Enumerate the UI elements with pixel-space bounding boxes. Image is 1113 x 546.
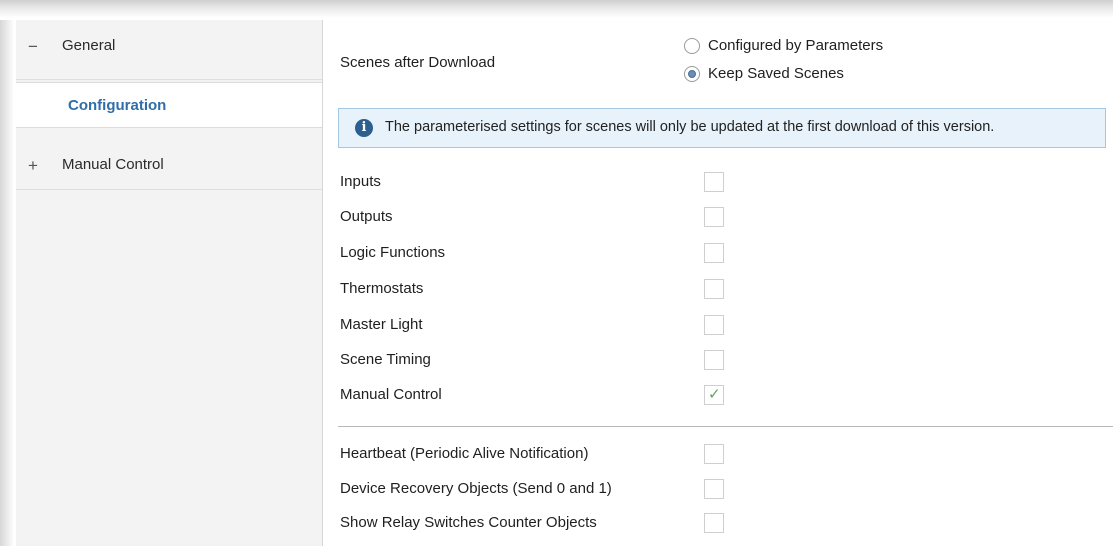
sidebar: − General Configuration + Manual Control [16, 20, 323, 546]
option-label: Master Light [340, 316, 423, 333]
sidebar-item-manual-control[interactable]: + Manual Control [16, 140, 322, 190]
option-relay-switches-counter: Show Relay Switches Counter Objects [340, 513, 1100, 536]
option-label: Logic Functions [340, 244, 446, 261]
option-label: Scene Timing [340, 351, 431, 368]
expand-icon[interactable]: + [26, 156, 40, 176]
device-recovery-checkbox[interactable] [704, 479, 724, 499]
radio-label: Configured by Parameters [708, 37, 884, 54]
option-label: Show Relay Switches Counter Objects [340, 514, 597, 531]
relay-counter-checkbox[interactable] [704, 513, 724, 533]
section-divider [338, 426, 1113, 427]
option-label: Heartbeat (Periodic Alive Notification) [340, 445, 589, 462]
sidebar-item-label: General [62, 37, 116, 54]
option-device-recovery-objects: Device Recovery Objects (Send 0 and 1) [340, 479, 1100, 502]
radio-label: Keep Saved Scenes [708, 65, 844, 82]
option-scene-timing: Scene Timing [340, 350, 1100, 373]
option-master-light: Master Light [340, 315, 1100, 338]
info-text: The parameterised settings for scenes wi… [385, 119, 995, 135]
outputs-checkbox[interactable] [704, 207, 724, 227]
thermostats-checkbox[interactable] [704, 279, 724, 299]
option-manual-control: Manual Control [340, 385, 1100, 408]
option-label: Thermostats [340, 280, 424, 297]
parameters-window: − General Configuration + Manual Control… [16, 20, 1113, 546]
option-label: Manual Control [340, 386, 442, 403]
sidebar-item-label: Manual Control [62, 156, 164, 173]
window-top-shadow [0, 0, 1113, 20]
radio-button[interactable] [684, 38, 700, 54]
option-label: Outputs [340, 208, 393, 225]
sidebar-item-label: Configuration [68, 97, 167, 114]
info-icon: i [355, 119, 373, 137]
info-banner: i The parameterised settings for scenes … [338, 108, 1106, 148]
collapse-icon[interactable]: − [26, 37, 40, 57]
scene-timing-checkbox[interactable] [704, 350, 724, 370]
option-label: Inputs [340, 173, 381, 190]
option-inputs: Inputs [340, 172, 1100, 195]
logic-functions-checkbox[interactable] [704, 243, 724, 263]
option-logic-functions: Logic Functions [340, 243, 1100, 266]
master-light-checkbox[interactable] [704, 315, 724, 335]
radio-button-selected[interactable] [684, 66, 700, 82]
sidebar-item-configuration[interactable]: Configuration [16, 82, 322, 128]
option-outputs: Outputs [340, 207, 1100, 230]
option-heartbeat: Heartbeat (Periodic Alive Notification) [340, 444, 1100, 467]
option-thermostats: Thermostats [340, 279, 1100, 302]
option-label: Device Recovery Objects (Send 0 and 1) [340, 480, 612, 497]
inputs-checkbox[interactable] [704, 172, 724, 192]
scenes-after-download-label: Scenes after Download [340, 54, 496, 71]
parameters-panel: Scenes after Download Configured by Para… [336, 20, 1113, 546]
sidebar-item-general[interactable]: − General [16, 20, 322, 80]
heartbeat-checkbox[interactable] [704, 444, 724, 464]
manual-control-checkbox[interactable] [704, 385, 724, 405]
